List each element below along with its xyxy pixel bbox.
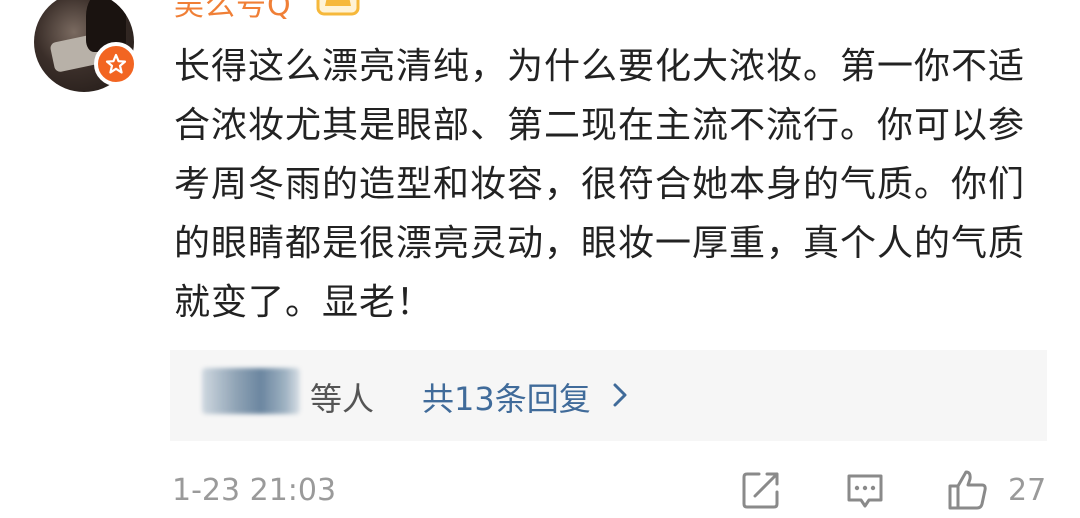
like-icon[interactable] xyxy=(946,468,990,512)
chevron-right-icon[interactable] xyxy=(610,381,630,409)
author-name[interactable]: 吴么号Q xyxy=(174,0,292,24)
comment-text: 长得这么漂亮清纯，为什么要化大浓妆。第一你不适合浓妆尤其是眼部、第二现在主流不流… xyxy=(174,46,1026,323)
reply-count-link[interactable]: 共13条回复 xyxy=(422,374,591,420)
reply-users-suffix: 等人 xyxy=(310,380,375,418)
comment-icon[interactable] xyxy=(843,468,887,512)
share-icon[interactable] xyxy=(739,468,783,512)
replies-preview[interactable]: 等人 共13条回复 xyxy=(170,350,1047,441)
like-count: 27 xyxy=(1008,473,1047,508)
blurred-username xyxy=(202,368,300,414)
comment-timestamp: 1-23 21:03 xyxy=(172,473,337,508)
crown-icon xyxy=(316,0,360,16)
verified-badge-icon xyxy=(94,42,138,86)
